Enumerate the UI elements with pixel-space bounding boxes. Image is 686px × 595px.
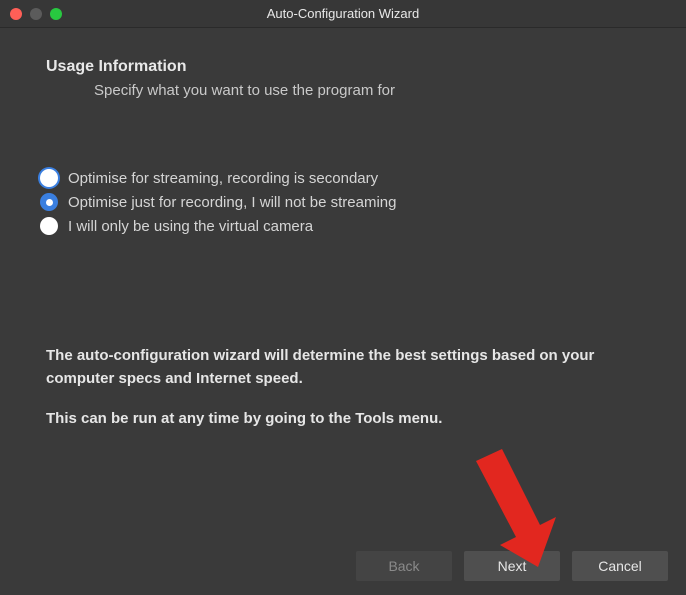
- wizard-description: The auto-configuration wizard will deter…: [46, 345, 640, 431]
- wizard-content: Usage Information Specify what you want …: [0, 28, 686, 431]
- radio-dot-icon: [46, 199, 53, 206]
- page-subheading: Specify what you want to use the program…: [46, 82, 640, 99]
- usage-radio-group: Optimise for streaming, recording is sec…: [40, 169, 640, 235]
- radio-option-streaming[interactable]: Optimise for streaming, recording is sec…: [40, 169, 640, 187]
- back-button: Back: [356, 551, 452, 581]
- radio-option-virtual-camera[interactable]: I will only be using the virtual camera: [40, 217, 640, 235]
- radio-option-recording[interactable]: Optimise just for recording, I will not …: [40, 193, 640, 211]
- cancel-button[interactable]: Cancel: [572, 551, 668, 581]
- page-heading: Usage Information: [46, 58, 640, 76]
- radio-label: I will only be using the virtual camera: [68, 218, 313, 235]
- maximize-icon[interactable]: [50, 8, 62, 20]
- window-controls: [0, 8, 62, 20]
- radio-icon: [40, 217, 58, 235]
- titlebar: Auto-Configuration Wizard: [0, 0, 686, 28]
- wizard-button-bar: Back Next Cancel: [356, 551, 668, 581]
- info-line-1: The auto-configuration wizard will deter…: [46, 345, 640, 390]
- window-title: Auto-Configuration Wizard: [0, 6, 686, 21]
- info-line-2: This can be run at any time by going to …: [46, 408, 640, 431]
- radio-label: Optimise for streaming, recording is sec…: [68, 170, 378, 187]
- radio-label: Optimise just for recording, I will not …: [68, 194, 396, 211]
- minimize-icon: [30, 8, 42, 20]
- next-button[interactable]: Next: [464, 551, 560, 581]
- close-icon[interactable]: [10, 8, 22, 20]
- radio-icon-selected: [40, 193, 58, 211]
- radio-icon: [40, 169, 58, 187]
